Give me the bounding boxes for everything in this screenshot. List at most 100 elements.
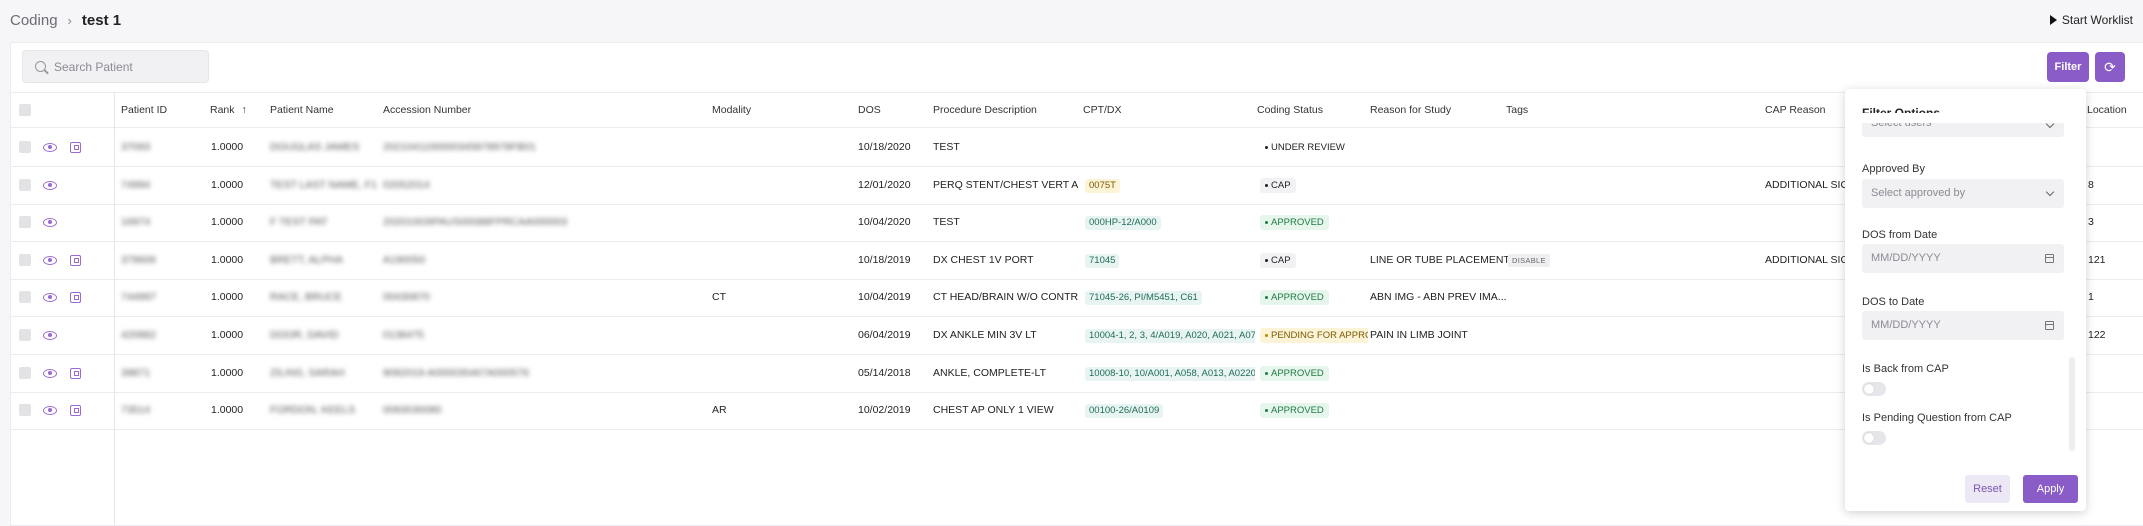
cube-icon[interactable] — [70, 254, 81, 266]
cell-patient-name: FORDON, KEELS — [270, 404, 356, 417]
start-worklist-button[interactable]: Start Worklist — [2049, 13, 2133, 27]
cell-patient-name: DOOR, DAVID — [270, 329, 339, 341]
view-eye-icon[interactable] — [43, 180, 57, 190]
view-eye-icon[interactable] — [43, 331, 57, 340]
calendar-icon[interactable] — [2045, 254, 2054, 263]
status-badge: CAP — [1260, 177, 1296, 193]
col-patient-id[interactable]: Patient ID — [121, 93, 167, 128]
pending-question-toggle[interactable] — [1862, 431, 1886, 445]
cell-procedure: DX ANKLE MIN 3V LT — [933, 329, 1037, 341]
col-rank-label: Rank — [210, 104, 235, 116]
cube-icon[interactable] — [70, 292, 81, 304]
row-checkbox[interactable] — [19, 253, 31, 266]
refresh-button[interactable]: ⟳ — [2095, 52, 2125, 82]
status-label: APPROVED — [1271, 292, 1324, 304]
search-icon — [35, 61, 46, 72]
dos-to-input[interactable]: MM/DD/YYYY — [1862, 311, 2064, 340]
search-input[interactable] — [54, 59, 194, 74]
col-cptdx[interactable]: CPT/DX — [1083, 93, 1122, 128]
table-row[interactable]: 744997 1.0000 RACE, BRUCE 00430870 CT 10/04/2… — [11, 279, 2143, 318]
cell-rank: 1.0000 — [211, 404, 244, 417]
reset-button[interactable]: Reset — [1965, 475, 2010, 503]
filter-panel-scrollbar[interactable] — [2069, 357, 2075, 451]
cell-patient-id: 744997 — [121, 291, 157, 304]
cell-location: 3 — [2088, 216, 2094, 229]
row-checkbox[interactable] — [19, 216, 31, 229]
cell-patient-id: 37093 — [121, 141, 151, 153]
breadcrumb-parent[interactable]: Coding — [10, 12, 58, 29]
col-rank[interactable]: Rank ↑ — [210, 93, 247, 128]
col-accession[interactable]: Accession Number — [383, 93, 471, 128]
col-patient-name[interactable]: Patient Name — [270, 93, 334, 128]
cell-accession: 0093030080 — [383, 404, 442, 417]
row-checkbox[interactable] — [19, 404, 31, 417]
search-box[interactable] — [22, 50, 209, 83]
status-badge: UNDER REVIEW — [1260, 140, 1350, 155]
filter-button[interactable]: Filter — [2047, 52, 2089, 82]
cell-patient-id: 73514 — [121, 404, 151, 417]
col-cap-reason[interactable]: CAP Reason — [1765, 93, 1826, 128]
view-eye-icon[interactable] — [43, 368, 57, 378]
status-badge: APPROVED — [1260, 215, 1329, 231]
col-reason[interactable]: Reason for Study — [1370, 93, 1451, 128]
dos-to-label: DOS to Date — [1862, 296, 1925, 308]
view-eye-icon[interactable] — [43, 293, 57, 303]
calendar-icon[interactable] — [2045, 321, 2054, 330]
col-coding-status[interactable]: Coding Status — [1257, 93, 1323, 128]
col-procedure[interactable]: Procedure Description — [933, 93, 1037, 128]
cell-coding-status: APPROVED — [1260, 279, 1329, 316]
table-row[interactable]: 420882 1.0000 DOOR, DAVID 0138475 06/04/2019… — [11, 317, 2143, 355]
col-tags[interactable]: Tags — [1506, 93, 1528, 128]
sort-asc-icon: ↑ — [241, 104, 247, 116]
col-modality[interactable]: Modality — [712, 93, 751, 128]
view-eye-icon[interactable] — [43, 143, 57, 152]
cube-icon[interactable] — [70, 367, 81, 379]
cell-procedure: CHEST AP ONLY 1 VIEW — [933, 404, 1054, 417]
cptdx-tag: 71045 — [1085, 253, 1120, 268]
table-row[interactable]: 73514 1.0000 FORDON, KEELS 0093030080 AR 10/0… — [11, 392, 2143, 431]
cell-patient-id: 39871 — [121, 366, 151, 379]
apply-button[interactable]: Apply — [2023, 475, 2078, 503]
cell-procedure: PERQ STENT/CHEST VERT ART — [933, 178, 1079, 191]
cell-rank: 1.0000 — [211, 253, 244, 266]
cell-patient-name: TEST LAST NAME, F1 — [270, 178, 377, 191]
row-checkbox[interactable] — [19, 178, 31, 191]
row-checkbox[interactable] — [19, 291, 31, 304]
approved-by-select[interactable]: Select approved by — [1862, 179, 2064, 208]
cell-location: 121 — [2088, 253, 2106, 266]
row-checkbox[interactable] — [19, 329, 31, 341]
table-row[interactable]: 74994 1.0000 TEST LAST NAME, F1 02052014 12/… — [11, 167, 2143, 205]
cell-coding-status: APPROVED — [1260, 204, 1329, 241]
table-row[interactable]: 37093 1.0000 DOUGLAS JAMES 2021041100000345… — [11, 129, 2143, 167]
select-all-checkbox[interactable] — [19, 104, 31, 116]
cell-rank: 1.0000 — [211, 366, 244, 379]
col-dos[interactable]: DOS — [858, 93, 881, 128]
cell-rank: 1.0000 — [211, 216, 244, 229]
col-location[interactable]: Location — [2087, 93, 2127, 128]
back-from-cap-toggle[interactable] — [1862, 382, 1886, 396]
view-eye-icon[interactable] — [43, 218, 57, 228]
cell-reason: LINE OR TUBE PLACEMENT — [1370, 253, 1510, 266]
table-row[interactable]: 39871 1.0000 ZILINS, SARAH 9092019-A0000354… — [11, 355, 2143, 393]
cell-dos: 12/01/2020 — [858, 178, 911, 191]
cell-tags: DISABLE — [1508, 242, 1550, 279]
row-checkbox[interactable] — [19, 141, 31, 153]
status-label: APPROVED — [1271, 217, 1324, 229]
view-eye-icon[interactable] — [43, 255, 57, 265]
row-checkbox[interactable] — [19, 366, 31, 379]
cell-dos: 05/14/2018 — [858, 366, 911, 379]
cube-icon[interactable] — [70, 405, 81, 417]
status-badge: APPROVED — [1260, 290, 1329, 306]
cell-location: 122 — [2088, 329, 2106, 341]
dos-from-input[interactable]: MM/DD/YYYY — [1862, 244, 2064, 273]
status-badge: APPROVED — [1260, 365, 1329, 381]
status-dot-icon — [1265, 221, 1268, 225]
cell-coding-status: APPROVED — [1260, 355, 1329, 392]
approved-by-label: Approved By — [1862, 163, 1925, 175]
table-row[interactable]: 16974 1.0000 F TEST PAT 20201003IPAUS00088F… — [11, 204, 2143, 243]
table-row[interactable]: 379606 1.0000 BRETT, ALPHA A190050 10/18/201… — [11, 242, 2143, 280]
cube-icon[interactable] — [70, 142, 81, 153]
cell-accession: 0138475 — [383, 329, 424, 341]
status-dot-icon — [1265, 296, 1268, 300]
view-eye-icon[interactable] — [43, 406, 57, 416]
